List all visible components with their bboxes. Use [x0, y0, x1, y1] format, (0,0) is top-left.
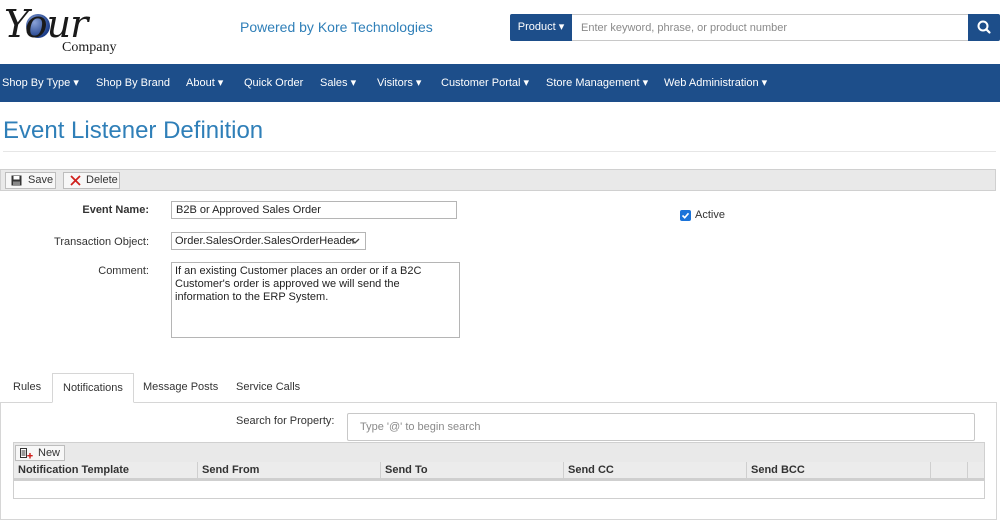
nav-store-management[interactable]: Store Management ▾	[546, 64, 648, 102]
delete-button[interactable]: Delete	[63, 172, 120, 189]
nav-shop-by-type[interactable]: Shop By Type ▾	[2, 64, 79, 102]
main-nav: Shop By Type ▾ Shop By Brand About ▾ Qui…	[0, 64, 1000, 102]
tab-service-calls[interactable]: Service Calls	[226, 373, 310, 403]
page-title: Event Listener Definition	[3, 117, 264, 144]
notifications-grid-toolbar: New	[13, 442, 985, 463]
site-search: Product ▾	[510, 14, 1000, 41]
logo-company-text: Company	[62, 40, 117, 55]
search-property-label: Search for Property:	[236, 415, 335, 427]
product-dropdown-button[interactable]: Product ▾	[510, 14, 572, 41]
transaction-object-select[interactable]: Order.SalesOrder.SalesOrderHeader	[171, 232, 366, 250]
search-icon	[977, 20, 991, 34]
column-send-bcc[interactable]: Send BCC	[747, 462, 931, 478]
event-name-input[interactable]	[171, 201, 457, 219]
site-header: Your Company Powered by Kore Technologie…	[0, 0, 1000, 64]
save-label: Save	[28, 174, 54, 186]
nav-visitors[interactable]: Visitors ▾	[377, 64, 421, 102]
comment-textarea[interactable]: If an existing Customer places an order …	[171, 262, 460, 338]
title-divider	[3, 151, 996, 152]
notifications-grid-header: Notification Template Send From Send To …	[13, 462, 985, 479]
nav-web-administration[interactable]: Web Administration ▾	[664, 64, 767, 102]
nav-shop-by-brand[interactable]: Shop By Brand	[96, 64, 170, 102]
nav-quick-order[interactable]: Quick Order	[244, 64, 303, 102]
column-action	[931, 462, 968, 478]
tab-rules[interactable]: Rules	[3, 373, 51, 403]
search-button[interactable]	[968, 14, 1000, 41]
save-button[interactable]: Save	[5, 172, 56, 189]
save-icon	[11, 175, 22, 186]
company-logo[interactable]: Your Company	[4, 4, 124, 60]
new-notification-button[interactable]: New	[15, 445, 66, 461]
powered-by-text: Powered by Kore Technologies	[240, 19, 433, 35]
event-name-label: Event Name:	[82, 204, 149, 216]
record-toolbar: Save Delete	[0, 169, 996, 191]
checkmark-icon	[681, 212, 690, 219]
transaction-object-value: Order.SalesOrder.SalesOrderHeader	[175, 235, 356, 247]
site-search-input[interactable]	[581, 20, 961, 36]
column-notification-template[interactable]: Notification Template	[14, 462, 198, 478]
search-property-input[interactable]	[347, 413, 975, 441]
delete-icon	[70, 175, 81, 186]
tab-notifications[interactable]: Notifications	[52, 373, 134, 403]
chevron-down-icon	[350, 238, 360, 244]
column-send-from[interactable]: Send From	[198, 462, 381, 478]
notifications-grid-body	[13, 479, 985, 499]
nav-sales[interactable]: Sales ▾	[320, 64, 356, 102]
nav-customer-portal[interactable]: Customer Portal ▾	[441, 64, 529, 102]
active-label: Active	[695, 209, 725, 221]
tab-message-posts[interactable]: Message Posts	[133, 373, 228, 403]
delete-label: Delete	[86, 174, 118, 186]
new-label: New	[38, 447, 61, 459]
column-send-cc[interactable]: Send CC	[564, 462, 747, 478]
comment-label: Comment:	[98, 265, 149, 277]
transaction-object-label: Transaction Object:	[54, 236, 149, 248]
logo-your-text: Your	[4, 2, 88, 46]
active-checkbox[interactable]	[680, 210, 691, 221]
new-record-icon	[20, 448, 33, 459]
nav-about[interactable]: About ▾	[186, 64, 223, 102]
column-send-to[interactable]: Send To	[381, 462, 564, 478]
